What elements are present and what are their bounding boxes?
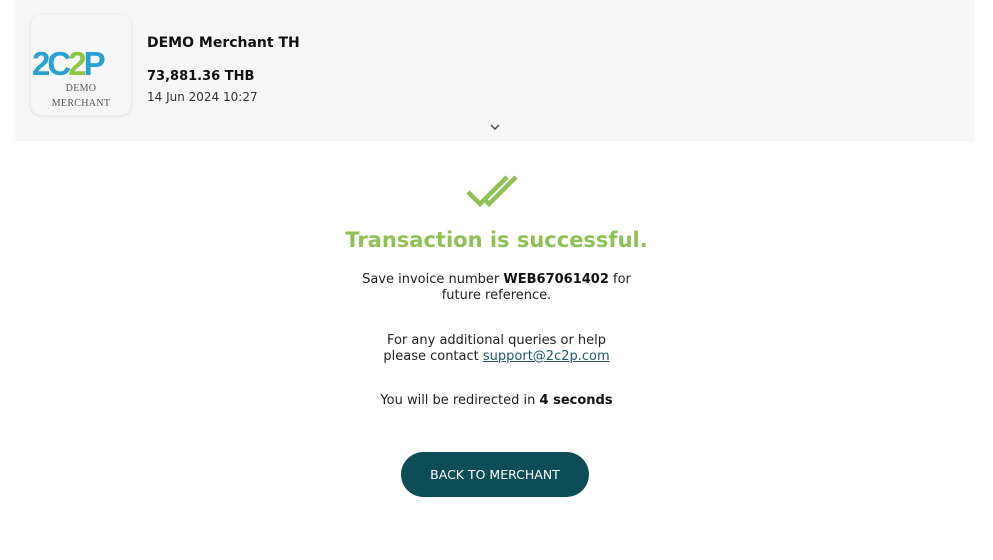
double-check-icon xyxy=(466,175,518,208)
help-contact: please contact support@2c2p.com xyxy=(0,348,993,365)
invoice-message: Save invoice number WEB67061402 for xyxy=(0,271,993,288)
logo-2c2p-icon: 2C2P xyxy=(32,45,108,81)
logo-sub-line1: DEMO xyxy=(65,83,97,94)
logo-sub-line2: MERCHANT xyxy=(51,98,111,109)
merchant-header: 2C2P DEMO MERCHANT DEMO Merchant TH 73,8… xyxy=(15,0,975,141)
invoice-prefix: Save invoice number xyxy=(362,272,500,287)
invoice-message-line2: future reference. xyxy=(441,288,552,303)
help-contact-prefix: please contact xyxy=(383,349,479,364)
redirect-prefix: You will be redirected in xyxy=(380,393,536,408)
chevron-down-icon[interactable] xyxy=(488,122,502,132)
support-email-link[interactable]: support@2c2p.com xyxy=(483,349,610,364)
invoice-number: WEB67061402 xyxy=(503,272,609,287)
success-title: Transaction is successful. xyxy=(345,228,648,252)
redirect-countdown: 4 seconds xyxy=(539,393,613,408)
back-to-merchant-button[interactable]: BACK TO MERCHANT xyxy=(401,452,589,497)
merchant-name: DEMO Merchant TH xyxy=(147,35,300,51)
payment-amount: 73,881.36 THB xyxy=(147,69,255,84)
redirect-message: You will be redirected in 4 seconds xyxy=(0,392,993,409)
payment-datetime: 14 Jun 2024 10:27 xyxy=(147,90,258,104)
svg-text:2C2P: 2C2P xyxy=(32,45,105,81)
help-message: For any additional queries or help xyxy=(386,333,607,348)
invoice-suffix: for xyxy=(613,272,631,287)
merchant-logo: 2C2P DEMO MERCHANT xyxy=(31,15,131,115)
